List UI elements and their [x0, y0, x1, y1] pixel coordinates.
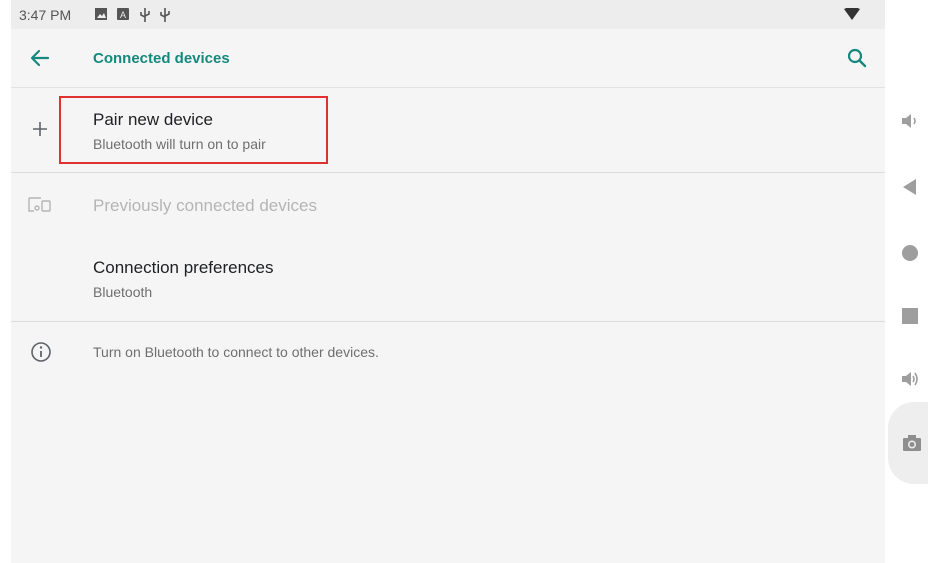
back-triangle-icon[interactable] — [900, 177, 920, 197]
settings-screen: 3:47 PM A Connected devices Pair new dev… — [11, 0, 885, 563]
wifi-icon — [844, 8, 860, 20]
back-arrow-icon[interactable] — [27, 45, 53, 71]
notification-icon: A — [117, 8, 129, 20]
pair-new-device-item[interactable]: Pair new device Bluetooth will turn on t… — [11, 88, 885, 171]
camera-icon[interactable] — [902, 433, 922, 453]
info-icon — [31, 342, 51, 362]
recents-square-icon[interactable] — [900, 306, 920, 326]
status-bar: 3:47 PM A — [11, 0, 885, 29]
volume-down-icon[interactable] — [900, 111, 920, 131]
svg-text:A: A — [120, 10, 126, 20]
page-title: Connected devices — [93, 50, 230, 67]
usb-icon — [140, 8, 150, 22]
volume-up-icon[interactable] — [900, 369, 920, 389]
info-text: Turn on Bluetooth to connect to other de… — [93, 344, 379, 360]
previously-connected-item[interactable]: Previously connected devices — [11, 173, 885, 235]
previously-connected-title: Previously connected devices — [93, 196, 317, 215]
image-icon — [95, 8, 107, 20]
pair-new-device-subtitle: Bluetooth will turn on to pair — [93, 136, 266, 152]
pair-new-device-title: Pair new device — [93, 110, 214, 129]
home-circle-icon[interactable] — [900, 243, 920, 263]
connection-preferences-subtitle: Bluetooth — [93, 284, 153, 300]
plus-icon — [33, 122, 47, 136]
camera-button-container — [888, 402, 928, 484]
search-icon[interactable] — [844, 45, 870, 71]
status-time: 3:47 PM — [19, 7, 72, 23]
app-bar: Connected devices — [11, 29, 885, 88]
info-footer: Turn on Bluetooth to connect to other de… — [11, 322, 885, 382]
connection-preferences-item[interactable]: Connection preferences Bluetooth — [11, 236, 885, 320]
usb-icon — [160, 8, 170, 22]
devices-icon — [28, 197, 51, 212]
connection-preferences-title: Connection preferences — [93, 258, 274, 277]
